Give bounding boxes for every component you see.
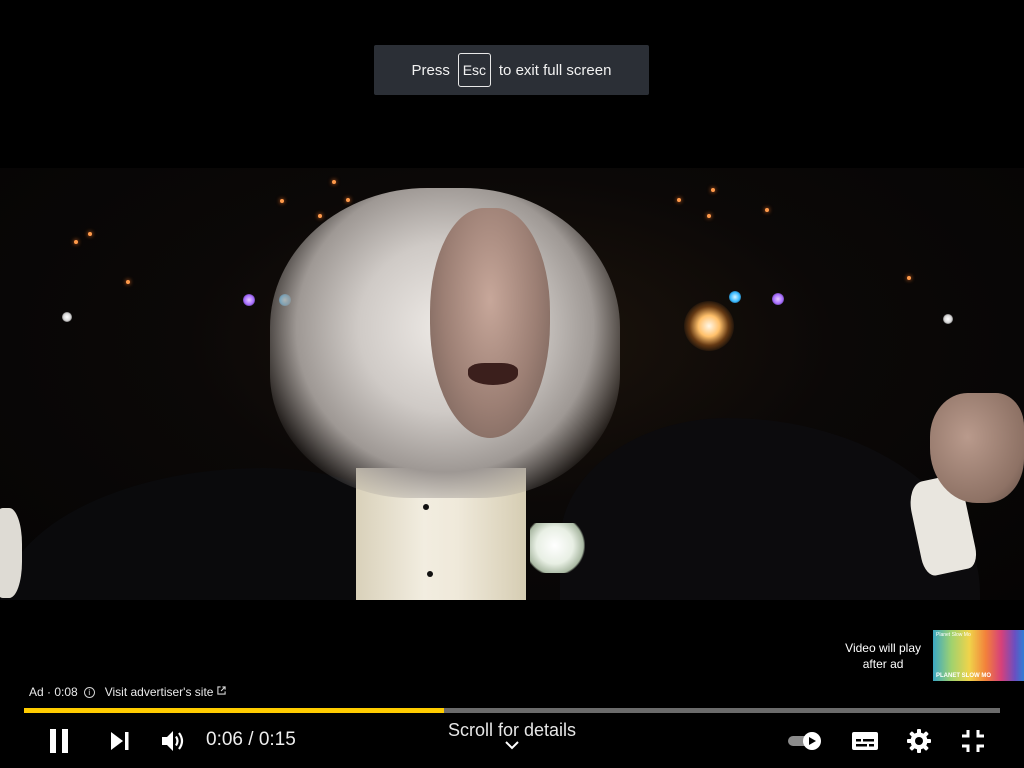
- shirt-stud: [423, 504, 429, 510]
- stage-spark: [707, 214, 711, 218]
- up-next-text: Video will play after ad: [845, 640, 921, 672]
- conductor-hand: [930, 393, 1024, 503]
- shirt-stud: [427, 571, 433, 577]
- up-next-line1: Video will play: [845, 641, 921, 655]
- ad-info-row: Ad · 0:08 i Visit advertiser's site: [29, 685, 227, 699]
- settings-icon: [907, 729, 931, 753]
- fullscreen-toast: Press Esc to exit full screen: [374, 45, 649, 95]
- stage-spark: [280, 199, 284, 203]
- conductor-face: [430, 208, 550, 438]
- up-next-thumbnail[interactable]: Planet Slow Mo PLANET SLOW MO: [933, 630, 1024, 681]
- stage-light: [684, 301, 734, 351]
- conductor-mouth: [468, 363, 518, 385]
- next-icon: [111, 732, 129, 750]
- subtitles-button[interactable]: [850, 729, 880, 753]
- video-frame[interactable]: [0, 168, 1024, 600]
- stage-light: [62, 312, 72, 322]
- stage-light: [243, 294, 255, 306]
- progress-fill: [24, 708, 444, 713]
- exit-fullscreen-button[interactable]: [958, 727, 988, 755]
- up-next-line2: after ad: [862, 657, 904, 671]
- ad-badge: Ad · 0:08: [29, 685, 78, 699]
- stage-spark: [126, 280, 130, 284]
- toast-text-before: Press: [411, 61, 450, 79]
- scroll-for-details[interactable]: Scroll for details: [412, 720, 612, 750]
- pause-button[interactable]: [44, 726, 74, 756]
- pause-icon: [50, 729, 68, 753]
- time-display: 0:06 / 0:15: [206, 729, 296, 750]
- toast-text-after: to exit full screen: [498, 61, 612, 79]
- progress-bar[interactable]: [24, 708, 1000, 713]
- stage-light: [943, 314, 953, 324]
- conductor-cuff-left: [0, 508, 22, 598]
- boutonniere: [530, 523, 585, 573]
- chevron-down-icon: [505, 741, 519, 750]
- stage-spark: [677, 198, 681, 202]
- exit-fullscreen-icon: [962, 730, 984, 752]
- volume-icon: [162, 731, 184, 751]
- external-link-icon[interactable]: [217, 686, 227, 698]
- stage-spark: [74, 240, 78, 244]
- autoplay-toggle[interactable]: [786, 730, 824, 752]
- thumbnail-tag: Planet Slow Mo: [936, 632, 971, 638]
- stage-spark: [907, 276, 911, 280]
- stage-spark: [318, 214, 322, 218]
- esc-key-label: Esc: [457, 53, 491, 87]
- info-icon[interactable]: i: [83, 686, 95, 698]
- stage-spark: [711, 188, 715, 192]
- volume-button[interactable]: [158, 727, 188, 755]
- stage-spark: [332, 180, 336, 184]
- stage-light: [772, 293, 784, 305]
- settings-button[interactable]: [905, 727, 933, 755]
- scroll-label: Scroll for details: [447, 720, 577, 740]
- subtitles-icon: [852, 732, 878, 750]
- next-button[interactable]: [106, 728, 134, 754]
- autoplay-toggle-icon: [788, 732, 821, 750]
- thumbnail-caption: PLANET SLOW MO: [936, 673, 991, 679]
- stage-spark: [346, 198, 350, 202]
- stage-spark: [88, 232, 92, 236]
- visit-advertiser-link[interactable]: Visit advertiser's site: [105, 685, 214, 699]
- stage-light: [729, 291, 741, 303]
- stage-spark: [765, 208, 769, 212]
